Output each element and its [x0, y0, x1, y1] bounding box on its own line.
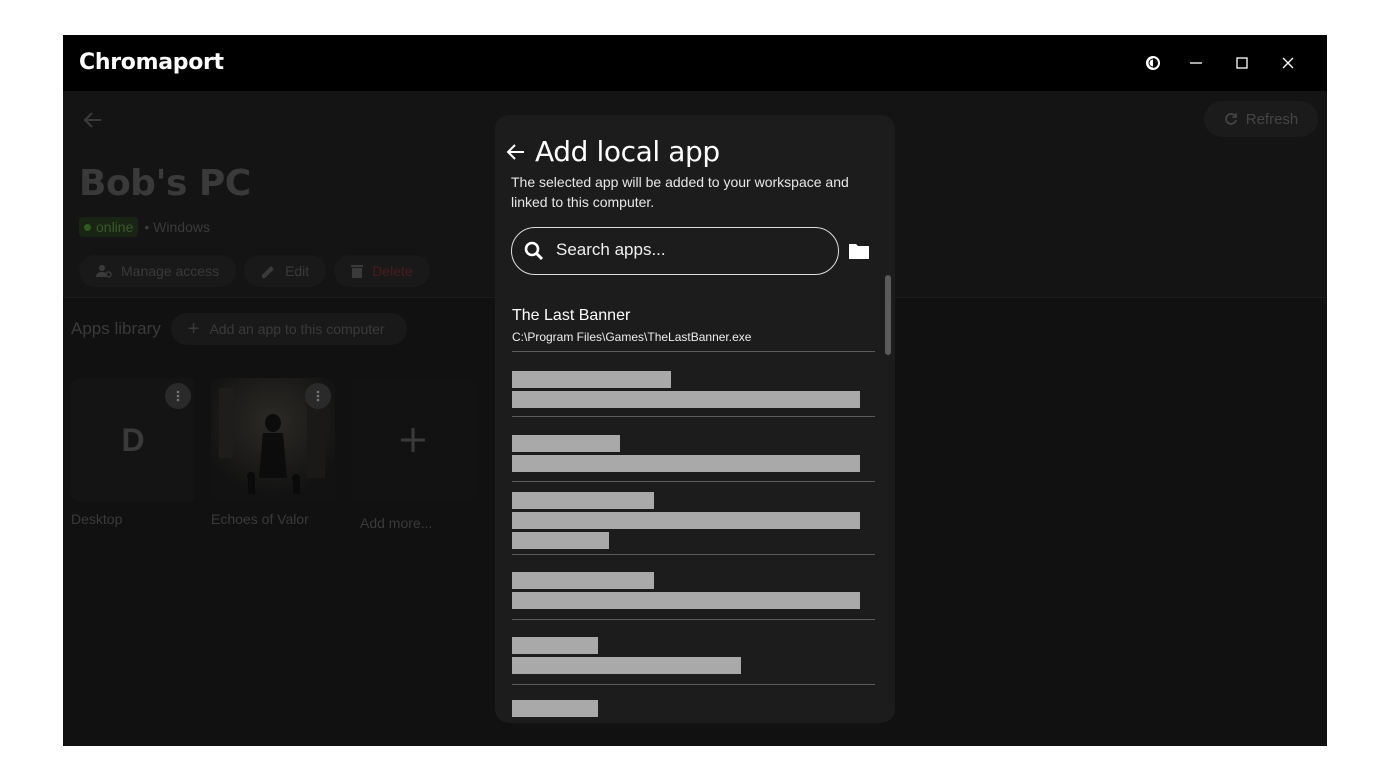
manage-access-icon [96, 265, 112, 278]
folder-icon[interactable] [847, 240, 871, 262]
plus-icon [401, 428, 425, 452]
scrollbar-thumb[interactable] [885, 275, 891, 355]
pencil-icon [262, 265, 275, 278]
skeleton-line [512, 657, 741, 674]
skeleton-line [512, 592, 860, 609]
arrow-left-icon[interactable] [505, 141, 527, 163]
dialog-description: The selected app will be added to your w… [511, 174, 849, 210]
app-tile-echoes-of-valor[interactable] [211, 378, 335, 502]
skeleton-line [512, 512, 860, 529]
more-options-icon[interactable] [165, 383, 191, 409]
list-divider [512, 481, 875, 482]
skeleton-line [512, 435, 620, 452]
tile-label-echoes-of-valor: Echoes of Valor [211, 511, 309, 527]
skeleton-line [512, 637, 598, 654]
refresh-button[interactable]: Refresh [1204, 101, 1318, 137]
status-badge: online [79, 217, 139, 237]
online-dot-icon [84, 223, 91, 231]
list-divider [512, 684, 875, 685]
list-divider [512, 619, 875, 620]
delete-button[interactable]: Delete [334, 255, 430, 287]
search-input[interactable] [556, 229, 826, 271]
app-tile-desktop[interactable]: D [71, 378, 195, 502]
title-bar: Chromaport [63, 35, 1327, 91]
list-divider [512, 351, 875, 352]
item-path: C:\Program Files\Games\TheLastBanner.exe [512, 330, 752, 344]
manage-access-label: Manage access [121, 263, 220, 279]
list-divider [512, 416, 875, 417]
skeleton-line [512, 532, 609, 549]
add-app-button[interactable]: + Add an app to this computer [170, 313, 407, 345]
more-options-icon[interactable] [305, 383, 331, 409]
skeleton-line [512, 572, 654, 589]
maximize-icon[interactable] [1228, 49, 1256, 77]
manage-access-button[interactable]: Manage access [79, 255, 237, 287]
skeleton-line [512, 700, 598, 717]
add-local-app-dialog: Add local app The selected app will be a… [495, 115, 895, 723]
skeleton-line [512, 391, 860, 408]
close-icon[interactable] [1274, 49, 1302, 77]
skeleton-line [512, 492, 654, 509]
add-app-label: Add an app to this computer [209, 321, 385, 337]
dialog-title: Add local app [535, 135, 720, 168]
edit-button[interactable]: Edit [244, 255, 327, 287]
refresh-icon [1224, 113, 1237, 125]
status-row: online • Windows [79, 217, 210, 237]
app-title: Chromaport [79, 50, 224, 75]
refresh-label: Refresh [1245, 110, 1299, 128]
arrow-left-icon[interactable] [81, 108, 105, 132]
add-more-tile[interactable] [351, 378, 475, 502]
minimize-icon[interactable] [1182, 49, 1210, 77]
theme-toggle-icon[interactable] [1139, 49, 1167, 77]
skeleton-line [512, 455, 860, 472]
trash-icon [351, 265, 364, 278]
skeleton-line [512, 371, 671, 388]
edit-label: Edit [285, 263, 310, 279]
tile-label-desktop: Desktop [71, 511, 123, 527]
item-title: The Last Banner [512, 307, 631, 324]
tile-label-add-more: Add more... [360, 515, 433, 531]
computer-name: Bob's PC [79, 163, 251, 204]
library-title: Apps library [71, 319, 161, 338]
search-icon [524, 241, 544, 261]
plus-icon: + [187, 318, 200, 340]
delete-label: Delete [372, 263, 413, 279]
os-label: • Windows [144, 219, 210, 235]
computer-actions: Manage access Edit Delete [79, 255, 430, 287]
library-header: Apps library + Add an app to this comput… [71, 313, 407, 345]
search-box [511, 227, 839, 275]
list-item[interactable]: The Last Banner C:\Program Files\Games\T… [512, 300, 875, 352]
list-divider [512, 554, 875, 555]
status-text: online [96, 219, 134, 235]
